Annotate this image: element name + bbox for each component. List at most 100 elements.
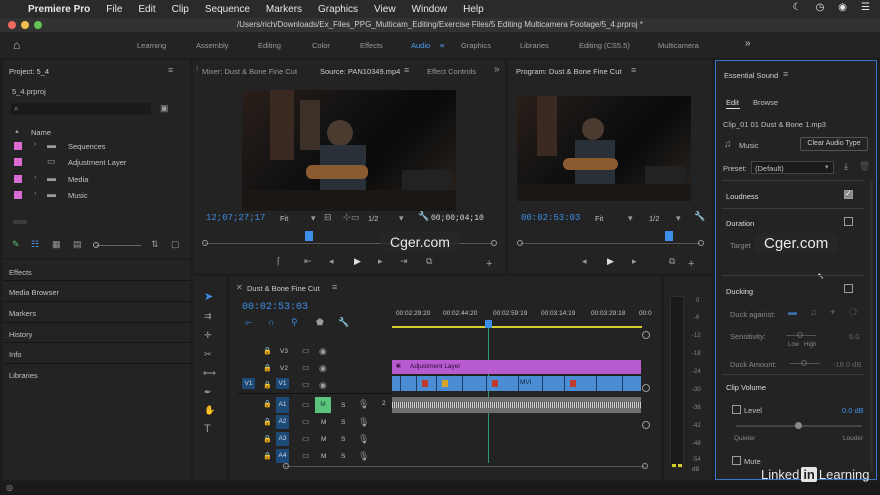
- menu-help[interactable]: Help: [455, 4, 492, 15]
- menu-edit[interactable]: Edit: [130, 4, 163, 15]
- chevron-right-icon[interactable]: ›: [34, 174, 36, 181]
- solo-button-a1[interactable]: S: [341, 402, 345, 409]
- close-window-button[interactable]: [8, 21, 16, 29]
- freeform-view-icon[interactable]: ▤: [73, 240, 82, 249]
- nest-icon[interactable]: ⟜: [245, 318, 252, 327]
- new-bin-icon[interactable]: ▣: [160, 104, 169, 113]
- timeline-timecode[interactable]: 00:02:53:03: [242, 302, 308, 313]
- program-resolution-select[interactable]: 1/2: [649, 214, 659, 223]
- add-marker-icon[interactable]: ⬟: [316, 318, 324, 327]
- background-tasks-icon[interactable]: ◎: [6, 484, 13, 492]
- tab-edit[interactable]: Edit: [726, 98, 739, 107]
- panel-menu-icon[interactable]: ≡: [404, 66, 409, 75]
- menu-markers[interactable]: Markers: [258, 4, 310, 15]
- track-target-a3[interactable]: A3: [276, 432, 289, 446]
- timeline-h-scroll[interactable]: [285, 466, 645, 467]
- control-center-icon[interactable]: ☰: [861, 2, 870, 13]
- workspace-learning[interactable]: Learning: [137, 41, 166, 50]
- step-forward-icon[interactable]: ▸: [378, 257, 383, 266]
- menu-view[interactable]: View: [366, 4, 404, 15]
- level-checkbox[interactable]: [732, 405, 741, 414]
- level-value[interactable]: 0.0 dB: [842, 406, 864, 415]
- lock-icon[interactable]: 🔒: [263, 348, 272, 355]
- column-header-name[interactable]: Name: [31, 128, 51, 137]
- timeline-v-scroll-top[interactable]: [642, 331, 650, 339]
- time-machine-icon[interactable]: ◷: [816, 2, 825, 13]
- lock-icon[interactable]: 🔒: [263, 365, 272, 372]
- preset-select[interactable]: (Default) ▾: [751, 161, 834, 174]
- h-scroll-handle-left[interactable]: [283, 463, 289, 469]
- overlay-settings-icon[interactable]: ▭: [351, 213, 360, 222]
- timeline-playhead-handle[interactable]: [485, 320, 492, 328]
- sync-lock-icon[interactable]: ▭: [302, 347, 310, 355]
- go-to-out-icon[interactable]: ⇥: [400, 257, 408, 266]
- track-select-tool-icon[interactable]: ⇉: [204, 312, 212, 321]
- panel-info[interactable]: Info: [9, 350, 22, 359]
- add-button-icon[interactable]: +: [688, 259, 694, 270]
- panel-menu-icon[interactable]: ≡: [631, 66, 636, 75]
- zoom-slider[interactable]: [96, 245, 141, 246]
- solo-button-a2[interactable]: S: [341, 419, 345, 426]
- duck-amount-value[interactable]: -18.0 dB: [833, 360, 861, 369]
- tab-source[interactable]: Source: PAN10349.mp4: [320, 67, 400, 76]
- wrench-icon[interactable]: 🔧: [694, 212, 705, 221]
- icon-view-icon[interactable]: ▦: [52, 240, 61, 249]
- mute-button-a3[interactable]: M: [321, 436, 326, 443]
- fit-dropdown-icon[interactable]: ▾: [311, 214, 316, 223]
- new-item-icon[interactable]: ▢: [171, 240, 180, 249]
- panel-menu-icon[interactable]: ≡: [332, 283, 337, 292]
- more-workspaces-icon[interactable]: »: [745, 38, 751, 49]
- program-playhead[interactable]: [665, 231, 673, 241]
- workspace-assembly[interactable]: Assembly: [196, 41, 229, 50]
- export-frame-icon[interactable]: ⧉: [669, 257, 675, 266]
- panel-libraries[interactable]: Libraries: [9, 371, 38, 380]
- eye-icon[interactable]: ◉: [319, 364, 327, 373]
- selection-tool-icon[interactable]: ➤: [204, 292, 213, 303]
- a1-audio-clip[interactable]: [392, 397, 641, 413]
- menu-clip[interactable]: Clip: [164, 4, 197, 15]
- menu-file[interactable]: File: [98, 4, 130, 15]
- microphone-icon[interactable]: 🎙: [358, 418, 369, 427]
- program-timecode[interactable]: 00:02:53:03: [521, 213, 580, 223]
- zoom-slider-handle[interactable]: [93, 242, 99, 248]
- sensitivity-value[interactable]: 6.0: [849, 332, 859, 341]
- mute-button-a2[interactable]: M: [321, 419, 326, 426]
- track-target-a4[interactable]: A4: [276, 449, 289, 463]
- scrub-handle-right[interactable]: [491, 240, 497, 246]
- scrub-handle-right[interactable]: [698, 240, 704, 246]
- clear-audio-type-button[interactable]: Clear Audio Type: [800, 137, 868, 151]
- microphone-icon[interactable]: 🎙: [358, 435, 369, 444]
- save-preset-icon[interactable]: ⤓: [844, 162, 848, 171]
- lock-icon[interactable]: 🔒: [263, 382, 272, 389]
- ambience-duck-icon[interactable]: ❍: [849, 308, 857, 317]
- duration-checkbox[interactable]: [844, 217, 853, 226]
- list-view-icon[interactable]: ☷: [31, 240, 39, 249]
- sync-lock-icon[interactable]: ▭: [302, 381, 310, 389]
- adjustment-layer-clip[interactable]: ▣ Adjustment Layer: [392, 360, 641, 374]
- workspace-libraries[interactable]: Libraries: [520, 41, 549, 50]
- workspace-effects[interactable]: Effects: [360, 41, 383, 50]
- chevron-right-icon[interactable]: ›: [34, 141, 36, 148]
- microphone-icon[interactable]: 🎙: [358, 452, 369, 461]
- workspace-graphics[interactable]: Graphics: [461, 41, 491, 50]
- resolution-dropdown-icon[interactable]: ▾: [676, 214, 681, 223]
- program-fit-select[interactable]: Fit: [595, 214, 603, 223]
- source-resolution-select[interactable]: 1/2: [368, 214, 378, 223]
- level-slider-handle[interactable]: [795, 422, 802, 429]
- lock-icon[interactable]: 🔒: [263, 436, 272, 443]
- sequence-tab[interactable]: Dust & Bone Fine Cut: [247, 284, 320, 293]
- panel-menu-icon[interactable]: ≡: [783, 70, 788, 79]
- h-scroll-handle-right[interactable]: [642, 463, 648, 469]
- sync-lock-icon[interactable]: ▭: [302, 418, 310, 426]
- source-patch-v1[interactable]: V1: [242, 378, 255, 389]
- microphone-icon[interactable]: 🎙: [358, 400, 369, 409]
- sync-lock-icon[interactable]: ▭: [302, 435, 310, 443]
- lock-icon[interactable]: 🔒: [263, 401, 272, 408]
- workspace-menu-icon[interactable]: ≡: [440, 41, 444, 50]
- clip-volume-label[interactable]: Clip Volume: [726, 383, 766, 392]
- sort-icon[interactable]: ▲: [14, 129, 20, 135]
- solo-button-a4[interactable]: S: [341, 453, 345, 460]
- go-to-in-icon[interactable]: ⇤: [304, 257, 312, 266]
- scrub-handle-left[interactable]: [202, 240, 208, 246]
- track-target-a1[interactable]: A1: [276, 397, 289, 413]
